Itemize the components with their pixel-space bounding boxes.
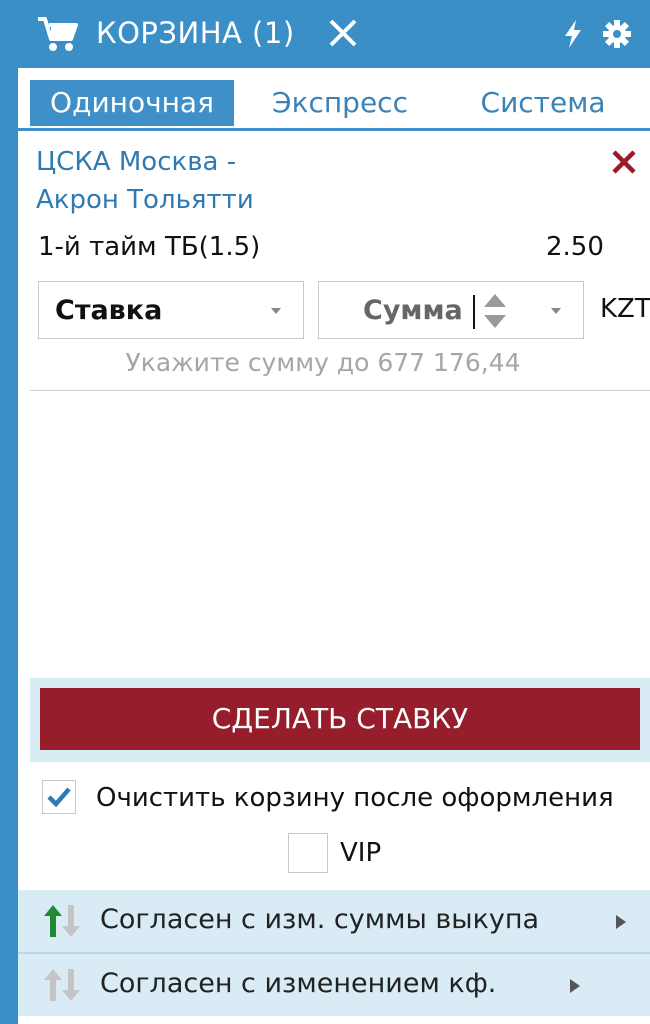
up-down-arrows-icon xyxy=(44,905,80,937)
submit-area: СДЕЛАТЬ СТАВКУ xyxy=(30,678,650,762)
option-label: Согласен с изм. суммы выкупа xyxy=(100,904,540,935)
match-name[interactable]: ЦСКА Москва - Акрон Тольятти xyxy=(36,143,316,219)
bet-slip-title: КОРЗИНА (1) xyxy=(96,16,295,50)
stake-limit-hint: Укажите сумму до 677 176,44 xyxy=(125,348,521,377)
bet-slip-panel: КОРЗИНА (1) Одиночная Экспресс Система Ц… xyxy=(0,0,650,1024)
option-accept-cashout-change[interactable]: Согласен с изм. суммы выкупа xyxy=(18,890,650,952)
match-line-1: ЦСКА Москва - xyxy=(36,147,237,177)
chevron-down-icon xyxy=(271,308,281,314)
bet-slip-header: КОРЗИНА (1) xyxy=(18,0,650,68)
stake-type-label: Ставка xyxy=(55,295,163,326)
option-accept-odds-change[interactable]: Согласен с изменением кф. xyxy=(18,954,650,1016)
option-label: Согласен с изменением кф. xyxy=(100,968,497,999)
stake-amount-placeholder: Сумма xyxy=(363,295,463,326)
clear-cart-label[interactable]: Очистить корзину после оформления xyxy=(96,783,614,813)
match-line-2: Акрон Тольятти xyxy=(36,185,254,215)
stake-amount-input[interactable]: Сумма xyxy=(318,281,584,339)
vip-label[interactable]: VIP xyxy=(340,838,381,868)
chevron-right-icon xyxy=(616,915,626,929)
divider xyxy=(30,390,650,391)
tab-express[interactable]: Экспресс xyxy=(250,80,430,126)
gear-icon[interactable] xyxy=(602,19,632,49)
chevron-right-icon xyxy=(570,979,580,993)
chevron-down-icon[interactable] xyxy=(551,308,561,314)
market-name: 1-й тайм ТБ(1.5) xyxy=(38,232,261,262)
close-icon[interactable] xyxy=(328,18,358,48)
bet-type-tabs: Одиночная Экспресс Система xyxy=(18,68,650,130)
odds-value: 2.50 xyxy=(546,232,604,262)
remove-bet-icon[interactable] xyxy=(610,148,638,176)
checkmark-icon xyxy=(47,787,71,808)
cart-icon xyxy=(38,17,78,51)
tab-underline xyxy=(18,128,650,131)
up-down-arrows-icon xyxy=(44,969,80,1001)
text-cursor xyxy=(473,295,475,329)
currency-label: KZT xyxy=(600,294,650,324)
vip-checkbox[interactable] xyxy=(288,833,328,873)
clear-cart-checkbox[interactable] xyxy=(42,780,76,814)
stake-type-select[interactable]: Ставка xyxy=(38,281,304,339)
lightning-icon[interactable] xyxy=(562,19,584,49)
tab-system[interactable]: Система xyxy=(458,80,628,126)
spinner-arrows-icon[interactable] xyxy=(481,292,509,330)
tab-single[interactable]: Одиночная xyxy=(30,80,234,126)
place-bet-button[interactable]: СДЕЛАТЬ СТАВКУ xyxy=(40,688,640,750)
